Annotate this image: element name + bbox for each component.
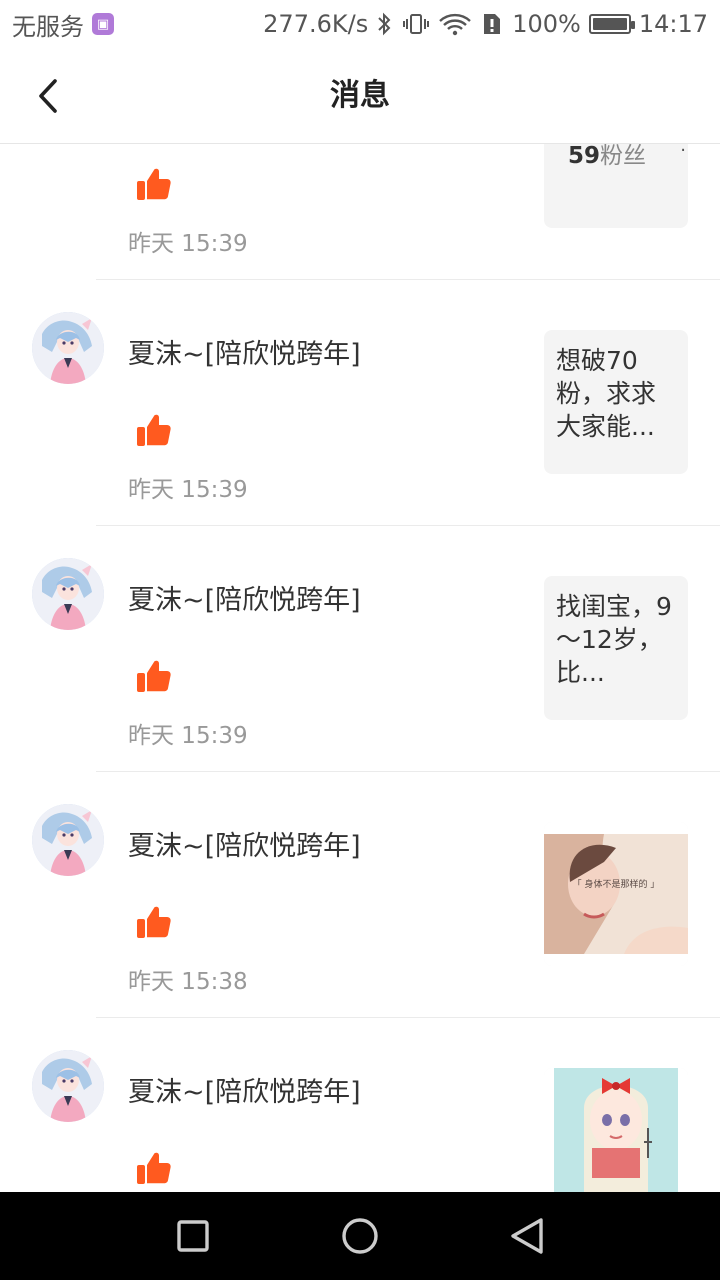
sim-icon: ▣ — [92, 13, 114, 35]
triangle-back-icon — [510, 1218, 543, 1254]
clock: 14:17 — [638, 10, 708, 38]
post-thumbnail[interactable]: 59粉丝 · — [544, 144, 688, 228]
status-bar: 无服务 ▣ 277.6K/s 100% 14:17 — [0, 0, 720, 48]
username[interactable]: 夏沫~[陪欣悦跨年] — [128, 824, 361, 863]
thumbs-up-icon — [134, 1148, 174, 1188]
carrier-text: 无服务 — [12, 12, 84, 41]
bluetooth-icon — [376, 12, 394, 36]
battery-icon — [588, 14, 635, 34]
message-time: 昨天 15:39 — [128, 477, 248, 503]
circle-icon — [342, 1218, 378, 1254]
message-item[interactable]: 夏沫~[陪欣悦跨年] 昨天 15:39 找闺宝，9～12岁，比... — [0, 526, 720, 772]
avatar[interactable] — [32, 804, 104, 876]
battery-percent: 100% — [512, 10, 581, 38]
post-thumbnail[interactable]: 找闺宝，9～12岁，比... — [544, 576, 688, 720]
header: 消息 — [0, 48, 720, 144]
message-list[interactable]: 夏沫~[陪欣悦跨年] 昨天 15:39 59粉丝 · 夏沫~[陪欣悦跨年] 昨天 … — [0, 144, 720, 1192]
status-left: 无服务 ▣ — [12, 7, 114, 42]
avatar[interactable] — [32, 312, 104, 384]
message-item[interactable]: 夏沫~[陪欣悦跨年] 昨天 15:39 想破70粉，求求大家能... — [0, 280, 720, 526]
back-nav-button[interactable] — [497, 1206, 557, 1266]
thumbs-up-icon — [134, 164, 174, 204]
square-icon — [177, 1220, 210, 1252]
network-speed: 277.6K/s — [263, 10, 369, 38]
fans-count: 59 — [568, 144, 601, 169]
message-item[interactable]: 夏沫~[陪欣悦跨年] — [0, 1018, 720, 1192]
post-thumbnail[interactable] — [544, 1068, 688, 1192]
post-preview-text: 想破70粉，求求大家能... — [556, 346, 657, 441]
avatar[interactable] — [32, 558, 104, 630]
sim-alert-icon — [480, 12, 504, 36]
post-thumbnail[interactable]: 「 身体不是那样的 」 — [544, 822, 688, 966]
fans-count-text: 59粉丝 — [568, 144, 646, 170]
vibrate-icon — [402, 12, 430, 36]
page-title: 消息 — [330, 78, 390, 113]
post-thumbnail[interactable]: 想破70粉，求求大家能... — [544, 330, 688, 474]
home-button[interactable] — [330, 1206, 390, 1266]
post-image-caption: 「 身体不是那样的 」 — [573, 878, 660, 890]
wifi-icon — [438, 12, 472, 36]
message-item[interactable]: 夏沫~[陪欣悦跨年] 昨天 15:38 「 身体不是那样的 」 — [0, 772, 720, 1018]
status-right: 277.6K/s 100% 14:17 — [263, 10, 708, 38]
post-preview-text: 找闺宝，9～12岁，比... — [556, 592, 672, 687]
message-item[interactable]: 夏沫~[陪欣悦跨年] 昨天 15:39 59粉丝· — [0, 144, 720, 280]
avatar[interactable] — [32, 1050, 104, 1122]
fans-dot: · — [680, 144, 686, 161]
fans-label: 粉丝 — [600, 144, 647, 169]
system-nav-bar — [0, 1192, 720, 1280]
username[interactable]: 夏沫~[陪欣悦跨年] — [128, 332, 361, 371]
post-image — [544, 1068, 688, 1192]
thumbs-up-icon — [134, 410, 174, 450]
message-time: 昨天 15:39 — [128, 723, 248, 749]
username[interactable]: 夏沫~[陪欣悦跨年] — [128, 1070, 361, 1109]
thumbs-up-icon — [134, 902, 174, 942]
post-image: 「 身体不是那样的 」 — [544, 822, 688, 966]
thumbs-up-icon — [134, 656, 174, 696]
message-time: 昨天 15:39 — [128, 231, 248, 257]
username[interactable]: 夏沫~[陪欣悦跨年] — [128, 578, 361, 617]
recents-button[interactable] — [163, 1206, 223, 1266]
message-time: 昨天 15:38 — [128, 969, 248, 995]
